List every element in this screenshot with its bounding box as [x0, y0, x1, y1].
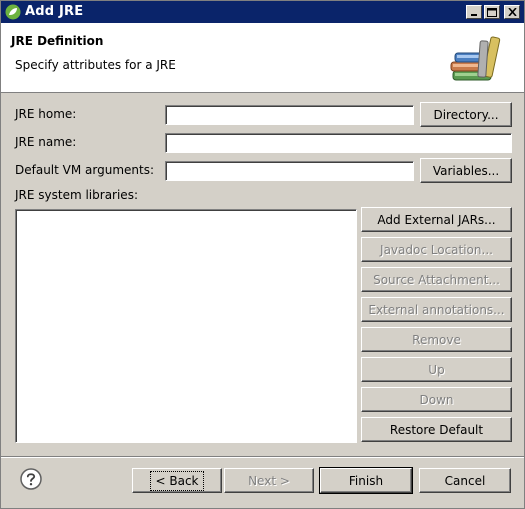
finish-button[interactable]: Finish — [319, 467, 413, 494]
jre-home-input[interactable] — [165, 105, 414, 125]
minimize-icon — [471, 14, 477, 16]
close-button[interactable] — [504, 5, 520, 19]
help-icon[interactable] — [20, 468, 42, 490]
external-annotations-button[interactable]: External annotations... — [361, 297, 512, 322]
jre-home-label: JRE home: — [15, 107, 77, 121]
library-books-icon — [450, 36, 501, 81]
directory-button[interactable]: Directory... — [420, 102, 512, 127]
add-jre-dialog: Add JRE JRE Definition Specify attribute… — [0, 0, 525, 509]
cancel-label: Cancel — [444, 473, 486, 488]
add-external-jars-label: Add External JARs... — [377, 212, 496, 227]
header-banner: JRE Definition Specify attributes for a … — [1, 23, 524, 93]
source-attachment-label: Source Attachment... — [373, 272, 500, 287]
close-icon — [507, 8, 517, 16]
spring-leaf-icon — [5, 4, 21, 20]
remove-button[interactable]: Remove — [361, 327, 512, 352]
minimize-button[interactable] — [466, 5, 482, 19]
maximize-button[interactable] — [484, 5, 500, 19]
back-label: < Back — [150, 470, 204, 491]
source-attachment-button[interactable]: Source Attachment... — [361, 267, 512, 292]
banner-message: Specify attributes for a JRE — [15, 58, 176, 72]
directory-button-label: Directory... — [433, 107, 499, 122]
down-button[interactable]: Down — [361, 387, 512, 412]
maximize-icon — [487, 7, 497, 17]
variables-button-label: Variables... — [432, 163, 500, 178]
back-button[interactable]: < Back — [132, 468, 222, 493]
next-button[interactable]: Next > — [224, 468, 314, 493]
vm-args-input[interactable] — [165, 161, 414, 181]
remove-label: Remove — [412, 332, 461, 347]
banner-title: JRE Definition — [11, 34, 104, 48]
cancel-button[interactable]: Cancel — [419, 468, 511, 493]
jre-name-label: JRE name: — [15, 135, 77, 149]
up-button[interactable]: Up — [361, 357, 512, 382]
down-label: Down — [419, 392, 454, 407]
finish-label: Finish — [348, 473, 384, 488]
external-annotations-label: External annotations... — [368, 302, 505, 317]
jre-libraries-list[interactable] — [15, 209, 357, 443]
up-label: Up — [428, 362, 445, 377]
vm-args-label: Default VM arguments: — [15, 163, 155, 177]
next-label: Next > — [248, 473, 290, 488]
title-bar[interactable]: Add JRE — [1, 1, 524, 23]
jre-name-input[interactable] — [165, 133, 512, 153]
restore-default-label: Restore Default — [389, 422, 484, 437]
variables-button[interactable]: Variables... — [420, 158, 512, 183]
footer-separator — [1, 456, 524, 458]
javadoc-location-button[interactable]: Javadoc Location... — [361, 237, 512, 262]
javadoc-location-label: Javadoc Location... — [380, 242, 493, 257]
libraries-label: JRE system libraries: — [15, 188, 138, 202]
restore-default-button[interactable]: Restore Default — [361, 417, 512, 442]
add-external-jars-button[interactable]: Add External JARs... — [361, 207, 512, 232]
window-title: Add JRE — [25, 4, 84, 19]
